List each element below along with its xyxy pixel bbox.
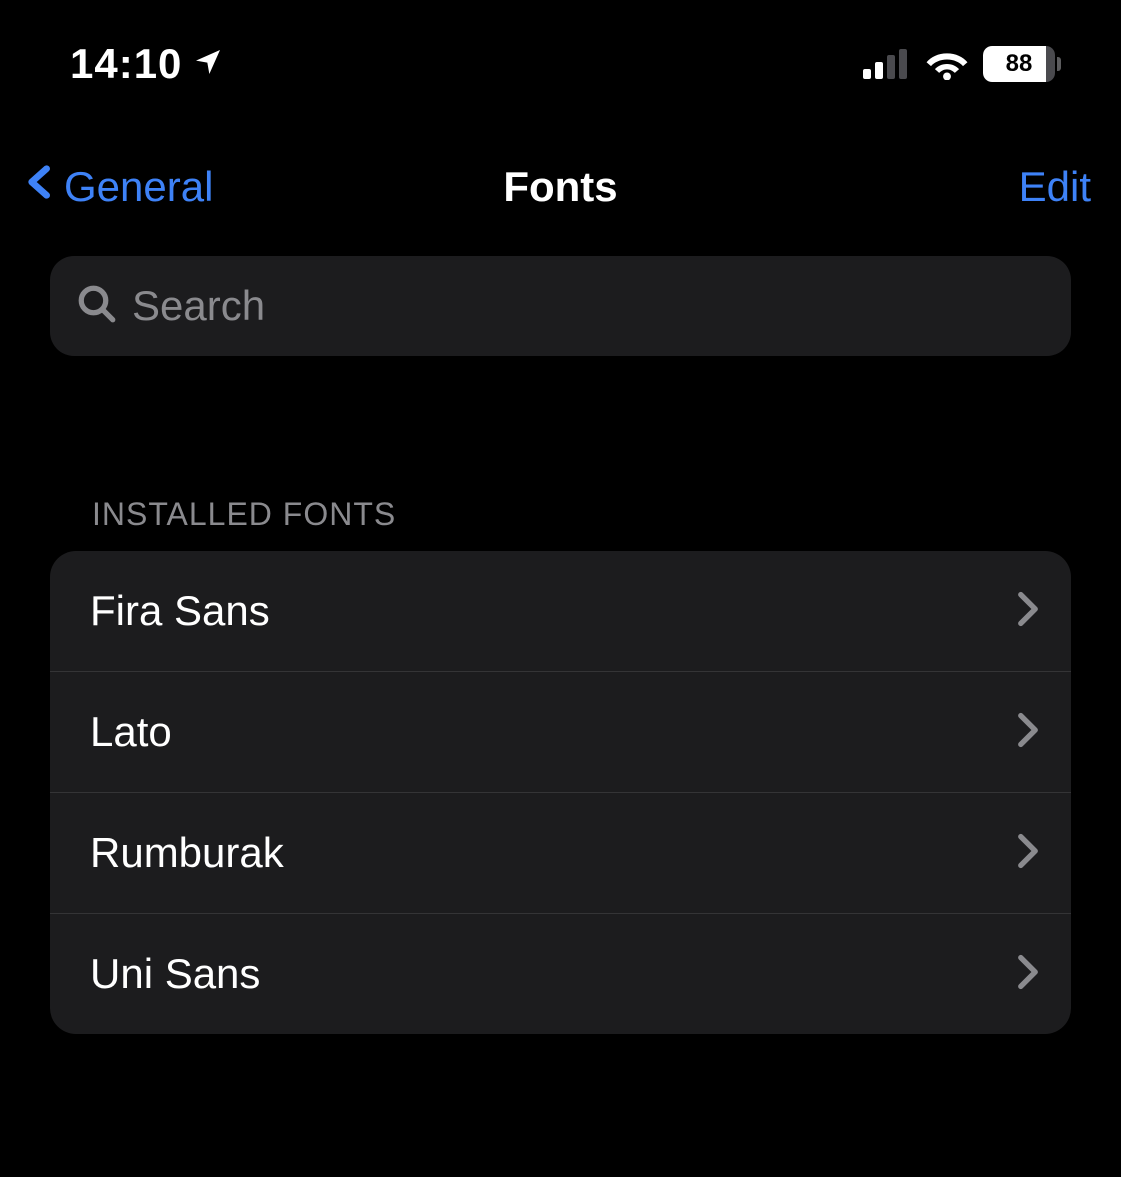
list-item[interactable]: Fira Sans <box>50 551 1071 671</box>
chevron-right-icon <box>1017 954 1039 995</box>
page-title: Fonts <box>503 163 617 211</box>
location-icon <box>192 46 224 83</box>
section-header: INSTALLED FONTS <box>50 496 1071 551</box>
status-left: 14:10 <box>70 40 224 88</box>
status-time: 14:10 <box>70 40 182 88</box>
chevron-right-icon <box>1017 712 1039 753</box>
battery-indicator: 88 <box>983 46 1061 82</box>
back-button[interactable]: General <box>20 158 213 216</box>
status-right: 88 <box>863 46 1061 82</box>
list-item[interactable]: Lato <box>50 671 1071 792</box>
installed-fonts-section: INSTALLED FONTS Fira Sans Lato Rumburak … <box>0 386 1121 1034</box>
status-bar: 14:10 88 <box>0 0 1121 108</box>
edit-button[interactable]: Edit <box>1019 163 1091 211</box>
search-field[interactable] <box>50 256 1071 356</box>
chevron-left-icon <box>20 158 60 216</box>
navigation-bar: General Fonts Edit <box>0 108 1121 246</box>
search-input[interactable] <box>132 282 1045 330</box>
font-name: Lato <box>90 708 172 756</box>
battery-level: 88 <box>1006 50 1033 78</box>
list-item[interactable]: Rumburak <box>50 792 1071 913</box>
wifi-icon <box>925 48 969 80</box>
list-item[interactable]: Uni Sans <box>50 913 1071 1034</box>
back-label: General <box>64 163 213 211</box>
chevron-right-icon <box>1017 833 1039 874</box>
font-name: Rumburak <box>90 829 284 877</box>
font-list: Fira Sans Lato Rumburak Uni Sans <box>50 551 1071 1034</box>
search-icon <box>76 283 118 330</box>
font-name: Uni Sans <box>90 950 260 998</box>
cellular-signal-icon <box>863 49 911 79</box>
chevron-right-icon <box>1017 591 1039 632</box>
font-name: Fira Sans <box>90 587 270 635</box>
